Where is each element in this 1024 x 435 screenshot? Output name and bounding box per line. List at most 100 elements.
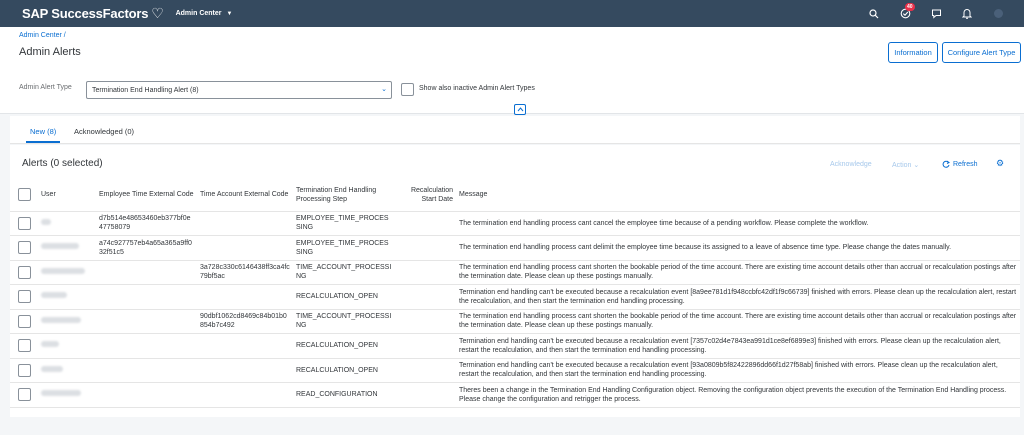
caret-down-icon: ▼ — [226, 10, 233, 17]
user-icon[interactable] — [992, 8, 1004, 20]
processing-step-cell: TIME_ACCOUNT_PROCESSING — [293, 260, 396, 285]
employee-time-code-cell — [96, 358, 197, 383]
alerts-panel: Alerts (0 selected) Acknowledge Action ⌄… — [10, 145, 1020, 417]
chevron-down-icon: ⌄ — [381, 86, 387, 93]
time-account-code-cell — [197, 358, 293, 383]
module-switcher[interactable]: Admin Center ▼ — [176, 10, 233, 17]
table-row[interactable]: READ_CONFIGURATION Theres been a change i… — [10, 382, 1020, 408]
row-checkbox[interactable] — [18, 339, 31, 353]
time-account-code-cell — [197, 235, 293, 261]
employee-time-code-cell: a74c927757eb4a65a365a9ff032f51c5 — [96, 235, 197, 261]
recalculation-date-cell — [396, 284, 456, 310]
show-inactive-checkbox[interactable] — [401, 83, 414, 96]
recalculation-date-cell — [396, 358, 456, 383]
redacted-user-name — [41, 267, 85, 274]
refresh-icon — [942, 160, 950, 168]
message-cell: Termination end handling can't be execut… — [456, 284, 1020, 310]
recalculation-date-cell — [396, 333, 456, 359]
alert-type-select[interactable]: Termination End Handling Alert (8) ⌄ — [86, 81, 392, 99]
information-button[interactable]: Information — [888, 42, 938, 63]
table-row[interactable]: RECALCULATION_OPEN Termination end handli… — [10, 333, 1020, 359]
table-row[interactable]: RECALCULATION_OPEN Termination end handli… — [10, 284, 1020, 310]
redacted-user-name — [41, 365, 63, 372]
table-row[interactable]: 3a728c330c6146438ff3ca4fc79bf5ac TIME_ACC… — [10, 260, 1020, 285]
time-account-code-cell — [197, 284, 293, 310]
processing-step-cell: RECALCULATION_OPEN — [293, 358, 396, 383]
action-menu-button[interactable]: Action ⌄ — [892, 161, 919, 169]
processing-step-cell: TIME_ACCOUNT_PROCESSING — [293, 309, 396, 334]
feedback-icon[interactable] — [930, 8, 942, 20]
row-checkbox[interactable] — [18, 314, 31, 328]
recalculation-date-cell — [396, 309, 456, 334]
module-label: Admin Center — [175, 10, 222, 17]
col-time-account-code[interactable]: Time Account External Code — [197, 179, 293, 212]
employee-time-code-cell — [96, 382, 197, 408]
processing-step-cell: RECALCULATION_OPEN — [293, 284, 396, 310]
processing-step-cell: EMPLOYEE_TIME_PROCESSING — [293, 211, 396, 236]
alert-type-label: Admin Alert Type — [19, 84, 72, 91]
breadcrumb[interactable]: Admin Center / — [19, 32, 66, 39]
shell-bar: SAP SuccessFactors ♡ Admin Center ▼ 40 — [0, 0, 1024, 27]
table-row[interactable]: a74c927757eb4a65a365a9ff032f51c5 EMPLOYEE… — [10, 235, 1020, 261]
col-message[interactable]: Message — [456, 179, 1020, 212]
heart-logo-icon: ♡ — [151, 5, 164, 21]
alerts-table: User Employee Time External Code Time Ac… — [10, 179, 1020, 408]
message-cell: The termination end handling process can… — [456, 211, 1020, 236]
redacted-user-name — [41, 390, 81, 397]
row-checkbox[interactable] — [18, 216, 31, 230]
redacted-user-name — [41, 316, 81, 323]
row-checkbox[interactable] — [18, 388, 31, 402]
col-recalculation-start-date[interactable]: Recalculation Start Date — [396, 179, 456, 212]
refresh-label: Refresh — [953, 160, 978, 168]
redacted-user-name — [41, 292, 67, 299]
message-cell: Termination end handling can't be execut… — [456, 358, 1020, 383]
row-checkbox[interactable] — [18, 290, 31, 304]
employee-time-code-cell — [96, 333, 197, 359]
redacted-user-name — [41, 341, 59, 348]
row-checkbox[interactable] — [18, 265, 31, 279]
chevron-down-icon: ⌄ — [913, 162, 920, 169]
acknowledge-button[interactable]: Acknowledge — [830, 161, 872, 168]
approvals-icon[interactable]: 40 — [899, 2, 915, 20]
time-account-code-cell: 90dbf1062cd8469c84b01b0854b7c492 — [197, 309, 293, 334]
col-processing-step[interactable]: Termination End Handling Processing Step — [293, 179, 396, 212]
bell-icon[interactable] — [961, 8, 973, 20]
table-row[interactable]: RECALCULATION_OPEN Termination end handli… — [10, 358, 1020, 383]
time-account-code-cell — [197, 211, 293, 236]
recalculation-date-cell — [396, 382, 456, 408]
recalculation-date-cell — [396, 235, 456, 261]
brand-logo[interactable]: SAP SuccessFactors ♡ — [22, 5, 164, 22]
message-cell: The termination end handling process can… — [456, 260, 1020, 285]
notification-badge: 40 — [905, 2, 915, 11]
table-title: Alerts (0 selected) — [22, 158, 103, 169]
table-header-row: User Employee Time External Code Time Ac… — [10, 179, 1020, 212]
employee-time-code-cell — [96, 284, 197, 310]
search-icon[interactable] — [868, 8, 880, 20]
table-row[interactable]: 90dbf1062cd8469c84b01b0854b7c492 TIME_ACC… — [10, 309, 1020, 334]
tab-new[interactable]: New (8) — [25, 127, 61, 143]
employee-time-code-cell: d7b514e48653460eb377bf0e47758079 — [96, 211, 197, 236]
select-all-checkbox[interactable] — [18, 188, 31, 202]
row-checkbox[interactable] — [18, 363, 31, 377]
brand-name: SAP SuccessFactors — [22, 6, 149, 21]
tab-acknowledged[interactable]: Acknowledged (0) — [74, 127, 134, 136]
tab-bar: New (8) Acknowledged (0) — [10, 116, 1020, 144]
col-employee-time-code[interactable]: Employee Time External Code — [96, 179, 197, 212]
redacted-user-name — [41, 218, 51, 225]
row-checkbox[interactable] — [18, 241, 31, 255]
processing-step-cell: EMPLOYEE_TIME_PROCESSING — [293, 235, 396, 261]
processing-step-cell: READ_CONFIGURATION — [293, 382, 396, 408]
settings-gear-icon[interactable]: ⚙ — [996, 158, 1004, 169]
col-user[interactable]: User — [38, 179, 96, 212]
alert-type-value: Termination End Handling Alert (8) — [92, 86, 199, 94]
message-cell: The termination end handling process can… — [456, 235, 1020, 261]
time-account-code-cell — [197, 382, 293, 408]
show-inactive-label: Show also inactive Admin Alert Types — [419, 85, 535, 92]
refresh-button[interactable]: Refresh — [942, 160, 978, 168]
configure-alert-type-button[interactable]: Configure Alert Type — [942, 42, 1021, 63]
table-row[interactable]: d7b514e48653460eb377bf0e47758079 EMPLOYEE… — [10, 211, 1020, 236]
collapse-header-icon[interactable] — [514, 104, 526, 115]
message-cell: The termination end handling process can… — [456, 309, 1020, 334]
page-header: Admin Center / Admin Alerts Information … — [0, 27, 1024, 115]
page-title: Admin Alerts — [19, 46, 81, 58]
